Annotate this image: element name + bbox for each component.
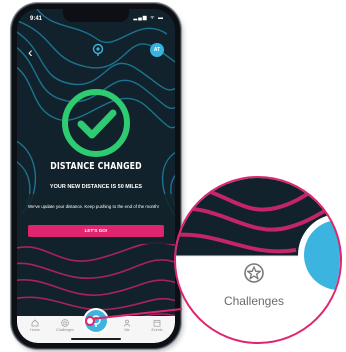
modal-headline: DISTANCE CHANGED <box>50 161 142 172</box>
tab-events[interactable]: Events <box>143 319 171 332</box>
tab-home[interactable]: Home <box>21 319 49 332</box>
callout-anchor-dot <box>85 316 95 326</box>
zoom-callout: Challenges <box>174 176 342 344</box>
home-icon <box>31 319 39 327</box>
phone-frame: 9:41 ▂▄▆ ᯤ ▬ ‹ AT DISTANCE CHANGED YOUR … <box>12 4 180 348</box>
tab-label: Home <box>30 328 40 332</box>
avatar[interactable]: AT <box>150 43 164 57</box>
tab-me[interactable]: Me <box>113 319 141 332</box>
app-screen: 9:41 ▂▄▆ ᯤ ▬ ‹ AT DISTANCE CHANGED YOUR … <box>17 9 175 343</box>
checkmark-icon <box>62 89 130 157</box>
tab-challenges[interactable]: Challenges <box>51 319 79 332</box>
topo-background <box>17 9 175 343</box>
device-notch <box>63 9 129 22</box>
tab-label: Me <box>124 328 130 332</box>
lets-go-button[interactable]: LET'S GO! <box>28 225 164 237</box>
modal-body-text: We've update your distance. Keep pushing… <box>28 204 159 209</box>
home-indicator <box>71 338 121 340</box>
status-time: 9:41 <box>30 16 43 22</box>
person-icon <box>123 319 131 327</box>
tab-label: Events <box>151 328 163 332</box>
star-badge-icon <box>244 263 264 283</box>
modal-subline: YOUR NEW DISTANCE IS 50 MILES <box>49 184 143 190</box>
tab-label: Challenges <box>56 328 74 332</box>
callout-label: Challenges <box>223 294 285 308</box>
map-pin-icon <box>92 43 104 56</box>
star-badge-icon <box>61 319 69 327</box>
calendar-icon <box>153 320 161 327</box>
status-icons: ▂▄▆ ᯤ ▬ <box>133 15 164 21</box>
back-button[interactable]: ‹ <box>28 45 33 59</box>
